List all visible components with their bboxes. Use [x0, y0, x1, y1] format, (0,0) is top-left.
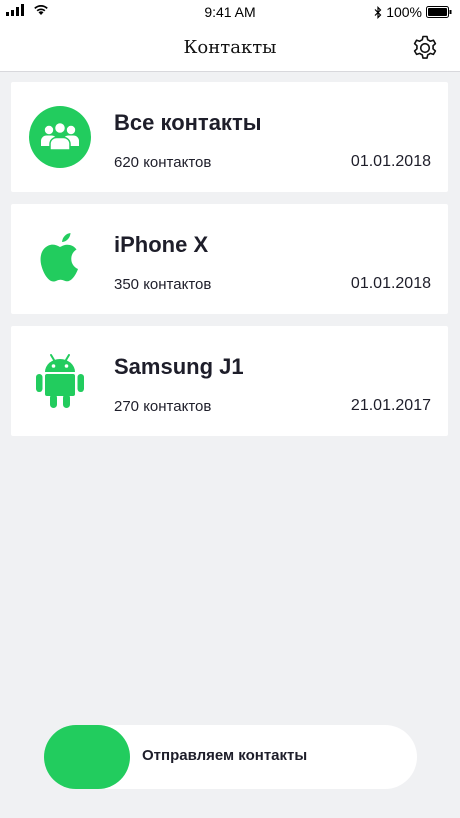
apple-icon	[29, 228, 91, 290]
page-title: Контакты	[183, 37, 277, 58]
android-icon	[29, 350, 91, 412]
contact-list-item-iphone[interactable]: iPhone X 350 контактов 01.01.2018	[11, 204, 448, 314]
device-name: Все контакты	[114, 110, 262, 135]
sync-date: 01.01.2018	[350, 275, 431, 292]
contact-list-item-samsung[interactable]: Samsung J1 270 контактов 21.01.2017	[11, 326, 448, 436]
contact-count: 620 контактов	[114, 154, 212, 171]
sync-date: 21.01.2017	[350, 397, 431, 414]
status-right: 100%	[374, 4, 452, 20]
send-contacts-slider[interactable]: Отправляем контакты	[44, 725, 417, 789]
sync-date: 01.01.2018	[350, 153, 431, 170]
nav-bar: Контакты	[0, 24, 460, 72]
status-bar: 9:41 AM 100%	[0, 0, 460, 24]
slider-handle[interactable]	[44, 725, 130, 789]
contact-count: 350 контактов	[114, 276, 212, 293]
contacts-group-icon	[29, 106, 91, 168]
settings-button[interactable]	[410, 33, 440, 63]
battery-icon	[426, 6, 452, 18]
contact-count: 270 контактов	[114, 398, 212, 415]
contact-list-item-all[interactable]: Все контакты 620 контактов 01.01.2018	[11, 82, 448, 192]
send-contacts-label: Отправляем контакты	[142, 747, 308, 764]
device-name: iPhone X	[114, 232, 209, 257]
gear-icon	[413, 35, 437, 59]
bluetooth-icon	[374, 5, 382, 19]
device-name: Samsung J1	[114, 354, 244, 379]
battery-percent: 100%	[386, 4, 422, 20]
